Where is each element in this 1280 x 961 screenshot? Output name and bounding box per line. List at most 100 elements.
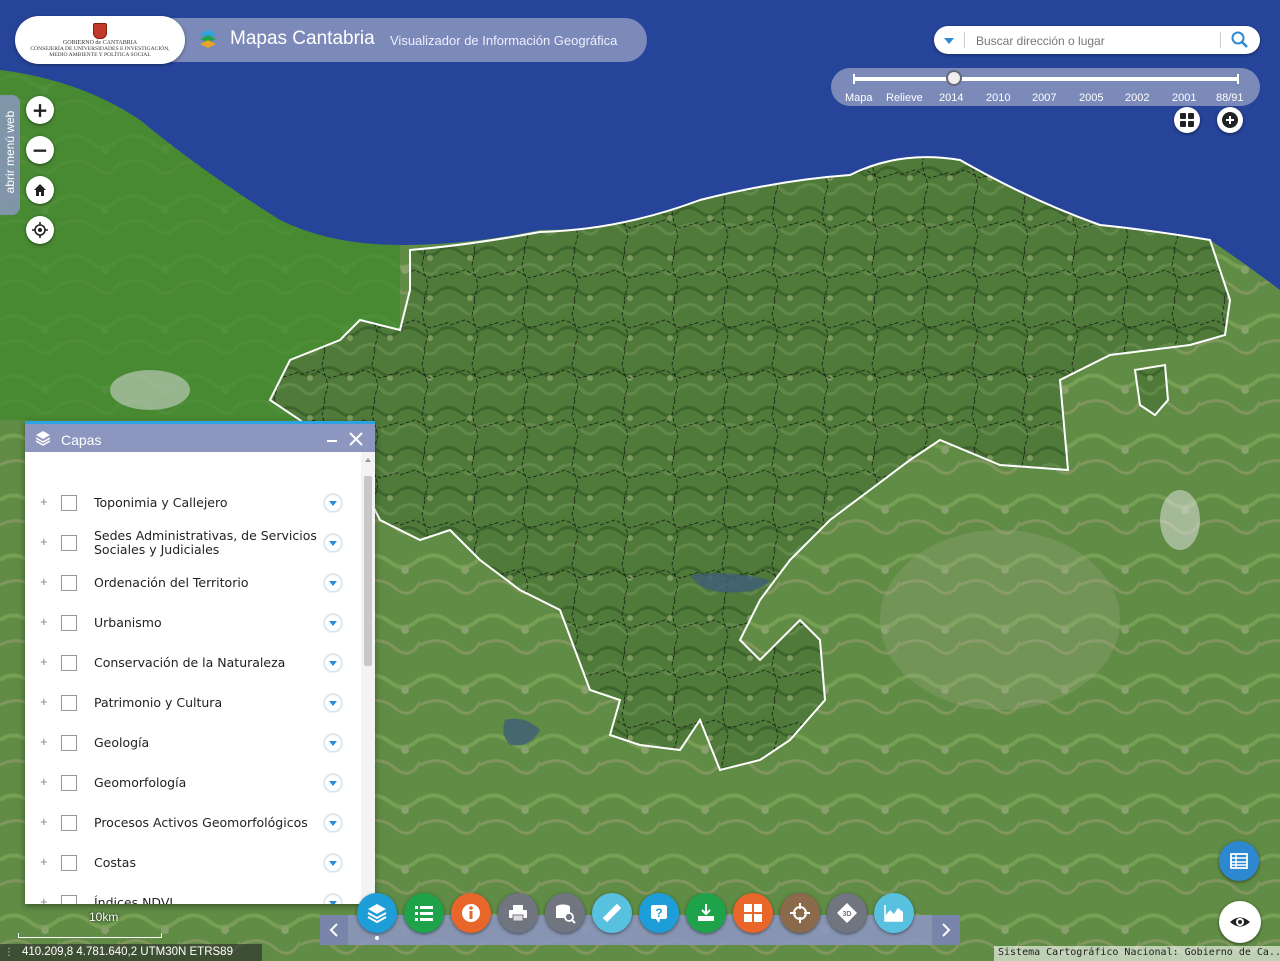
layer-options-icon[interactable] xyxy=(324,494,342,512)
layer-list-scrollbar[interactable] xyxy=(361,452,375,904)
timeline-handle[interactable] xyxy=(946,70,962,86)
layer-checkbox[interactable] xyxy=(61,615,77,631)
layer-row[interactable]: + Sedes Administrativas, de Servicios So… xyxy=(25,522,361,562)
tool-info-button[interactable] xyxy=(451,893,491,933)
layer-checkbox[interactable] xyxy=(61,855,77,871)
layer-row[interactable]: + Conservación de la Naturaleza xyxy=(25,642,361,682)
layer-row[interactable]: + Patrimonio y Cultura xyxy=(25,682,361,722)
active-tool-indicator xyxy=(375,936,379,940)
expand-icon[interactable]: + xyxy=(40,734,48,749)
timeline-label-2001[interactable]: 2001 xyxy=(1172,92,1196,104)
layer-label: Geomorfología xyxy=(94,775,187,790)
layer-checkbox[interactable] xyxy=(61,895,77,904)
expand-icon[interactable]: + xyxy=(40,854,48,869)
expand-icon[interactable]: + xyxy=(40,614,48,629)
layers-panel-header[interactable]: Capas xyxy=(25,424,375,452)
layer-options-icon[interactable] xyxy=(324,694,342,712)
timeline-label-2014[interactable]: 2014 xyxy=(939,92,963,104)
close-icon[interactable] xyxy=(347,430,365,448)
layer-checkbox[interactable] xyxy=(61,695,77,711)
tool-measure-button[interactable] xyxy=(592,893,632,933)
expand-icon[interactable]: + xyxy=(40,814,48,829)
timeline-label-2005[interactable]: 2005 xyxy=(1079,92,1103,104)
expand-icon[interactable]: + xyxy=(40,654,48,669)
layer-options-icon[interactable] xyxy=(324,854,342,872)
layer-row[interactable]: + Geología xyxy=(25,722,361,762)
layer-options-icon[interactable] xyxy=(324,774,342,792)
layer-options-icon[interactable] xyxy=(324,734,342,752)
coordinates-text: 410.209,8 4.781.640,2 UTM30N ETRS89 xyxy=(22,946,233,958)
layer-label: Geología xyxy=(94,735,150,750)
open-web-menu-tab[interactable]: abrir menú web xyxy=(0,95,20,215)
help-icon: ? xyxy=(651,905,667,923)
layer-row[interactable]: + Toponimia y Callejero xyxy=(25,482,361,522)
basemap-grid-button[interactable] xyxy=(1174,107,1200,133)
layer-options-icon[interactable] xyxy=(324,814,342,832)
expand-icon[interactable]: + xyxy=(40,894,48,904)
expand-icon[interactable]: + xyxy=(40,534,48,549)
tool-grid-button[interactable] xyxy=(733,893,773,933)
timeline-label-2002[interactable]: 2002 xyxy=(1125,92,1149,104)
tool-coordinates-button[interactable] xyxy=(780,893,820,933)
timeline-label-mapa[interactable]: Mapa xyxy=(845,92,873,104)
tool-layers-button[interactable] xyxy=(357,893,397,933)
layer-options-icon[interactable] xyxy=(324,534,342,552)
add-basemap-button[interactable] xyxy=(1217,107,1243,133)
layer-row[interactable]: + Ordenación del Territorio xyxy=(25,562,361,602)
search-source-dropdown-icon[interactable] xyxy=(944,38,954,44)
list-icon xyxy=(415,906,433,921)
timeline-label-2010[interactable]: 2010 xyxy=(986,92,1010,104)
government-logo[interactable]: GOBIERNO de CANTABRIA CONSEJERÍA DE UNIV… xyxy=(15,16,185,64)
scroll-up-icon[interactable] xyxy=(365,458,371,462)
layer-row[interactable]: + Geomorfología xyxy=(25,762,361,802)
timeline-label-relieve[interactable]: Relieve xyxy=(886,92,923,104)
timeline-track[interactable] xyxy=(853,77,1239,81)
tool-profile-button[interactable] xyxy=(874,893,914,933)
drag-handle-icon[interactable]: ⋮ xyxy=(4,947,14,958)
expand-icon[interactable]: + xyxy=(40,694,48,709)
locate-button[interactable] xyxy=(26,216,54,244)
layer-options-icon[interactable] xyxy=(324,614,342,632)
scrollbar-thumb[interactable] xyxy=(364,476,372,666)
tool-help-button[interactable]: ? xyxy=(639,893,679,933)
timeline-tick xyxy=(853,74,855,84)
plus-icon: + xyxy=(31,98,49,122)
layer-checkbox[interactable] xyxy=(61,735,77,751)
layer-checkbox[interactable] xyxy=(61,655,77,671)
tool-query-button[interactable] xyxy=(545,893,585,933)
layer-checkbox[interactable] xyxy=(61,775,77,791)
layer-checkbox[interactable] xyxy=(61,535,77,551)
minimize-icon[interactable] xyxy=(327,440,337,442)
toolbar-prev-button[interactable] xyxy=(320,915,348,945)
tool-legend-list-button[interactable] xyxy=(404,893,444,933)
layer-options-icon[interactable] xyxy=(324,654,342,672)
tool-download-button[interactable] xyxy=(686,893,726,933)
home-button[interactable] xyxy=(26,176,54,204)
toolbar-next-button[interactable] xyxy=(932,915,960,945)
layer-checkbox[interactable] xyxy=(61,575,77,591)
layers-icon xyxy=(35,431,51,446)
layer-checkbox[interactable] xyxy=(61,495,77,511)
zoom-in-button[interactable]: + xyxy=(26,96,54,124)
expand-icon[interactable]: + xyxy=(40,494,48,509)
layer-row[interactable]: + Índices NDVI xyxy=(25,882,361,904)
expand-icon[interactable]: + xyxy=(40,574,48,589)
layer-row[interactable]: + Urbanismo xyxy=(25,602,361,642)
timeline-label-2007[interactable]: 2007 xyxy=(1032,92,1056,104)
layer-checkbox[interactable] xyxy=(61,815,77,831)
layer-row[interactable]: + Costas xyxy=(25,842,361,882)
zoom-out-button[interactable]: − xyxy=(26,136,54,164)
legend-button[interactable] xyxy=(1219,841,1259,881)
tool-print-button[interactable] xyxy=(498,893,538,933)
search-input[interactable] xyxy=(974,30,1218,52)
layer-options-icon[interactable] xyxy=(324,574,342,592)
search-box xyxy=(934,26,1260,54)
tool-3d-button[interactable]: 3D xyxy=(827,893,867,933)
layer-options-icon[interactable] xyxy=(324,894,342,904)
timeline-label-88-91[interactable]: 88/91 xyxy=(1216,92,1244,104)
search-icon[interactable] xyxy=(1228,29,1252,51)
layer-label: Costas xyxy=(94,855,136,870)
expand-icon[interactable]: + xyxy=(40,774,48,789)
layer-row[interactable]: + Procesos Activos Geomorfológicos xyxy=(25,802,361,842)
visibility-toggle-button[interactable] xyxy=(1219,901,1261,943)
